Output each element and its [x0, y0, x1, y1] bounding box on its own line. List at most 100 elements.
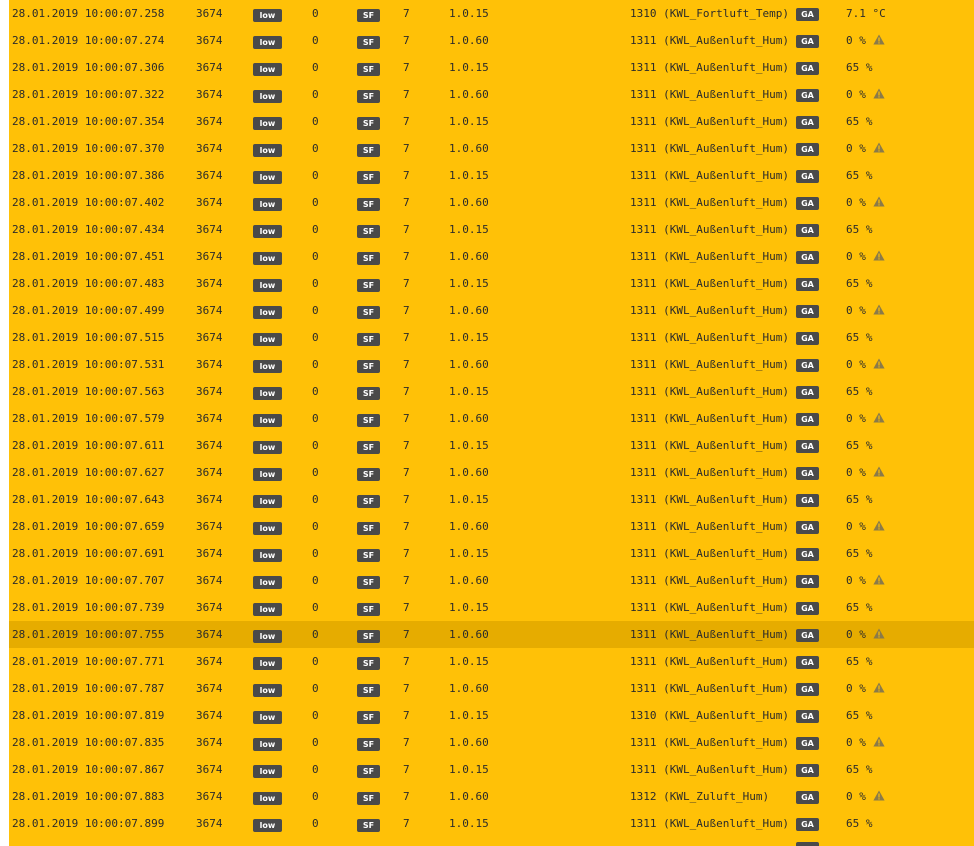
target-type-label: GA: [796, 440, 819, 453]
frame-format-label: SF: [357, 36, 380, 49]
telegram-row[interactable]: 28.01.2019 10:00:07.515 3674 low 0 SF 7 …: [9, 324, 974, 351]
warning-icon: [873, 142, 885, 153]
physical-address: 1.0.15: [449, 655, 489, 668]
warning-triangle-icon: [873, 358, 885, 369]
warning-icon: [873, 34, 885, 45]
target-type-label: GA: [796, 494, 819, 507]
warning-icon: [873, 412, 885, 423]
target-type-badge: GA: [796, 709, 819, 723]
frame-format-label: SF: [357, 468, 380, 481]
telegram-row[interactable]: 28.01.2019 10:00:07.691 3674 low 0 SF 7 …: [9, 540, 974, 567]
source: 3674: [196, 574, 223, 587]
telegram-log[interactable]: 28.01.2019 10:00:07.258 3674 low 0 SF 7 …: [9, 0, 974, 846]
telegram-row[interactable]: 28.01.2019 10:00:07.306 3674 low 0 SF 7 …: [9, 54, 974, 81]
physical-address: 1.0.15: [449, 385, 489, 398]
group-address: 1310 (KWL_Außenluft_Hum): [630, 709, 789, 722]
physical-address: 1.0.15: [449, 331, 489, 344]
telegram-row[interactable]: 28.01.2019 10:00:07.883 3674 low 0 SF 7 …: [9, 783, 974, 810]
target-type-label: GA: [796, 305, 819, 318]
telegram-row[interactable]: 28.01.2019 10:00:07.739 3674 low 0 SF 7 …: [9, 594, 974, 621]
frame-format-badge: SF: [357, 143, 380, 157]
hop-count: 7: [403, 115, 410, 128]
telegram-row[interactable]: 28.01.2019 10:00:07.819 3674 low 0 SF 7 …: [9, 702, 974, 729]
repeat-count: 0: [312, 7, 319, 20]
target-type-badge: GA: [796, 88, 819, 102]
target-type-label: GA: [796, 764, 819, 777]
value: 0 %: [846, 34, 866, 47]
telegram-row[interactable]: 28.01.2019 10:00:07.499 3674 low 0 SF 7 …: [9, 297, 974, 324]
telegram-row[interactable]: 28.01.2019 10:00:07.611 3674 low 0 SF 7 …: [9, 432, 974, 459]
telegram-row[interactable]: 28.01.2019 10:00:07.451 3674 low 0 SF 7 …: [9, 243, 974, 270]
priority-label: low: [253, 684, 282, 697]
target-type-label: GA: [796, 683, 819, 696]
telegram-row[interactable]: 28.01.2019 10:00:07.274 3674 low 0 SF 7 …: [9, 27, 974, 54]
repeat-count: 0: [312, 169, 319, 182]
telegram-row[interactable]: 28.01.2019 10:00:07.322 3674 low 0 SF 7 …: [9, 81, 974, 108]
telegram-row[interactable]: 28.01.2019 10:00:07.483 3674 low 0 SF 7 …: [9, 270, 974, 297]
source: 3674: [196, 466, 223, 479]
priority-label: low: [253, 90, 282, 103]
telegram-row[interactable]: 28.01.2019 10:00:07.370 3674 low 0 SF 7 …: [9, 135, 974, 162]
timestamp: 28.01.2019 10:00:07.483: [12, 277, 165, 290]
hop-count: 7: [403, 547, 410, 560]
target-type-badge: GA: [796, 169, 819, 183]
telegram-row[interactable]: 28.01.2019 10:00:07.563 3674 low 0 SF 7 …: [9, 378, 974, 405]
value: 65 %: [846, 331, 873, 344]
hop-count: 7: [403, 250, 410, 263]
telegram-row[interactable]: 28.01.2019 10:00:07.386 3674 low 0 SF 7 …: [9, 162, 974, 189]
target-type-label: GA: [796, 818, 819, 831]
warning-icon: [873, 196, 885, 207]
frame-format-label: SF: [357, 252, 380, 265]
telegram-row[interactable]: 28.01.2019 10:00:07.354 3674 low 0 SF 7 …: [9, 108, 974, 135]
telegram-row[interactable]: 28.01.2019 10:00:07.643 3674 low 0 SF 7 …: [9, 486, 974, 513]
telegram-row[interactable]: 28.01.2019 10:00:07.659 3674 low 0 SF 7 …: [9, 513, 974, 540]
telegram-row[interactable]: 28.01.2019 10:00:07.402 3674 low 0 SF 7 …: [9, 189, 974, 216]
frame-format-label: SF: [357, 171, 380, 184]
warning-icon: [873, 574, 885, 585]
frame-format-badge: SF: [357, 197, 380, 211]
frame-format-badge: SF: [357, 62, 380, 76]
telegram-row[interactable]: 28.01.2019 10:00:07.755 3674 low 0 SF 7 …: [9, 621, 974, 648]
repeat-count: 0: [312, 601, 319, 614]
frame-format-label: SF: [357, 819, 380, 832]
telegram-row[interactable]: 28.01.2019 10:00:07.899 3674 low 0 SF 7 …: [9, 810, 974, 837]
telegram-row[interactable]: 28.01.2019 10:00:07.707 3674 low 0 SF 7 …: [9, 567, 974, 594]
source: 3674: [196, 304, 223, 317]
telegram-row[interactable]: 28.01.2019 10:00:07.531 3674 low 0 SF 7 …: [9, 351, 974, 378]
frame-format-label: SF: [357, 117, 380, 130]
warning-triangle-icon: [873, 682, 885, 693]
repeat-count: 0: [312, 466, 319, 479]
value: 0 %: [846, 520, 866, 533]
physical-address: 1.0.60: [449, 412, 489, 425]
value: 65 %: [846, 277, 873, 290]
telegram-row[interactable]: 28.01.2019 10:00:07.434 3674 low 0 SF 7 …: [9, 216, 974, 243]
target-type-badge: GA: [796, 655, 819, 669]
target-type-badge: GA: [796, 547, 819, 561]
source: 3674: [196, 736, 223, 749]
priority-badge: low: [253, 737, 282, 751]
telegram-row[interactable]: 28.01.2019 10:00:07.627 3674 low 0 SF 7 …: [9, 459, 974, 486]
timestamp: 28.01.2019 10:00:07.835: [12, 736, 165, 749]
telegram-row[interactable]: 28.01.2019 10:00:07.787 3674 low 0 SF 7 …: [9, 675, 974, 702]
target-type-badge: GA: [796, 682, 819, 696]
timestamp: 28.01.2019 10:00:07.899: [12, 817, 165, 830]
target-type-badge: GA: [796, 250, 819, 264]
telegram-row[interactable]: 28.01.2019 10:00:07.867 3674 low 0 SF 7 …: [9, 756, 974, 783]
timestamp: 28.01.2019 10:00:07.739: [12, 601, 165, 614]
repeat-count: 0: [312, 250, 319, 263]
source: 3674: [196, 547, 223, 560]
telegram-row[interactable]: 28.01.2019 10:00:07.835 3674 low 0 SF 7 …: [9, 729, 974, 756]
target-type-badge: GA: [796, 196, 819, 210]
timestamp: 28.01.2019 10:00:07.258: [12, 7, 165, 20]
telegram-row[interactable]: 28.01.2019 10:00:07.579 3674 low 0 SF 7 …: [9, 405, 974, 432]
telegram-row[interactable]: 28.01.2019 10:00:07.258 3674 low 0 SF 7 …: [9, 0, 974, 27]
repeat-count: 0: [312, 142, 319, 155]
telegram-row[interactable]: 28.01.2019 10:00:07.771 3674 low 0 SF 7 …: [9, 648, 974, 675]
frame-format-badge: SF: [357, 413, 380, 427]
group-address: 1311 (KWL_Außenluft_Hum): [630, 817, 789, 830]
group-address: 1311 (KWL_Außenluft_Hum): [630, 736, 789, 749]
repeat-count: 0: [312, 574, 319, 587]
priority-label: low: [253, 495, 282, 508]
priority-label: low: [253, 549, 282, 562]
priority-badge: low: [253, 467, 282, 481]
